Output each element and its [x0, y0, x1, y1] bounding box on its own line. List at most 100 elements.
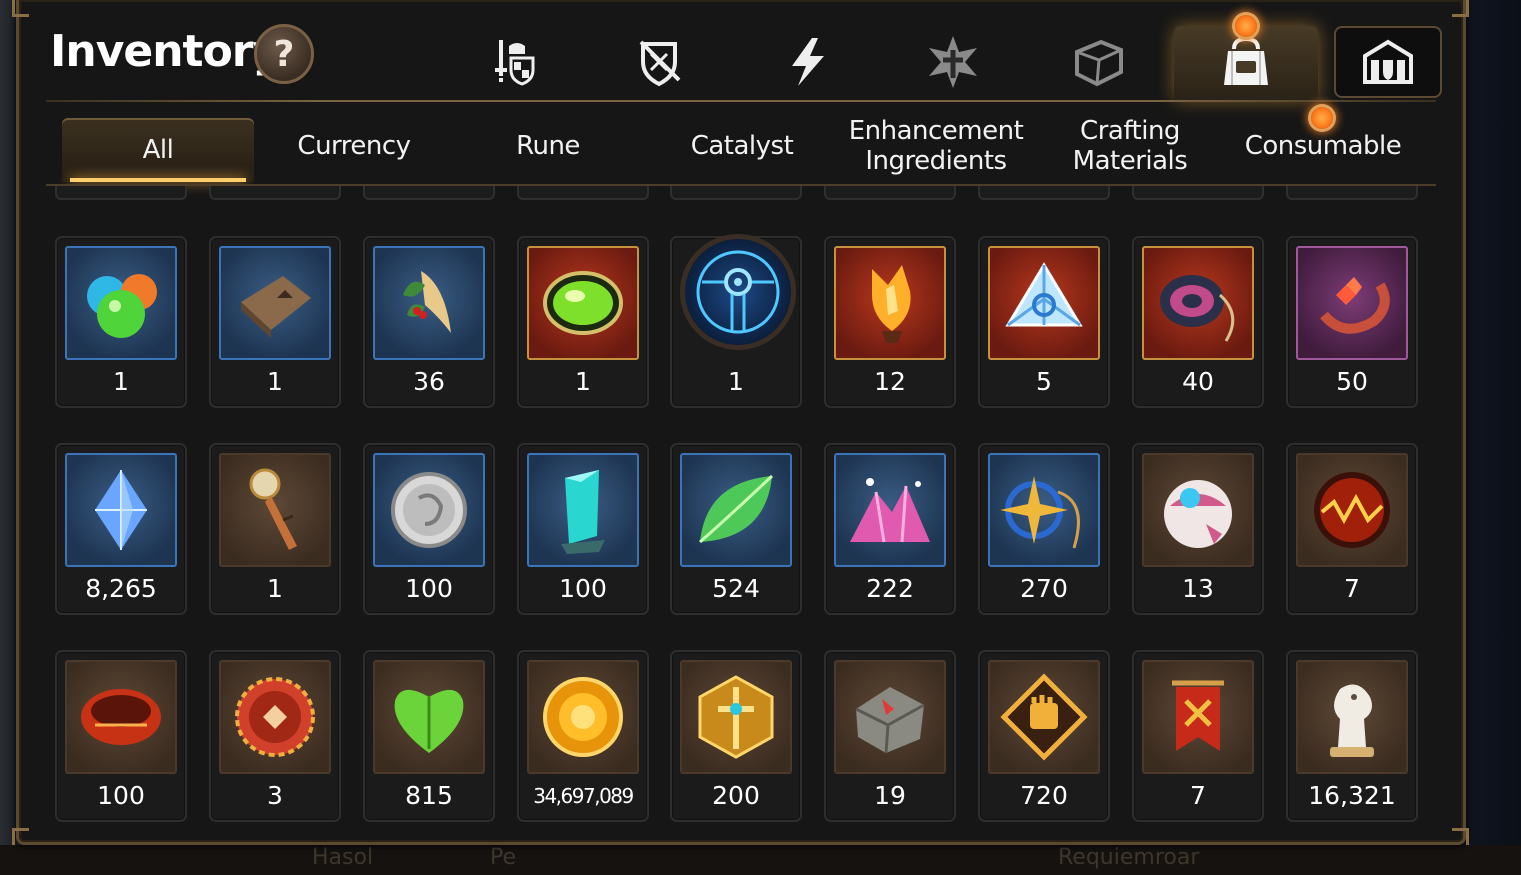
blue-gem-icon	[65, 453, 177, 567]
panel-corner-ornament	[12, 828, 29, 845]
inventory-item[interactable]: 100	[363, 443, 495, 615]
lightning-icon[interactable]	[772, 30, 842, 94]
inventory-item[interactable]: 34,697,089	[517, 650, 649, 822]
background-right-strip	[1461, 0, 1521, 875]
fortress-icon[interactable]	[1334, 26, 1442, 98]
item-count: 270	[1020, 574, 1068, 603]
tab-currency[interactable]: Currency	[270, 110, 438, 182]
item-count: 1	[267, 574, 283, 603]
scrolled-item-edge	[363, 186, 495, 200]
inventory-item[interactable]: 16,321	[1286, 650, 1418, 822]
item-count: 34,697,089	[533, 784, 634, 808]
inventory-item[interactable]: 524	[670, 443, 802, 615]
robot-pod-icon	[1142, 453, 1254, 567]
compass-dagger-icon	[219, 453, 331, 567]
inventory-item[interactable]: 50	[1286, 236, 1418, 408]
gold-sun-coin-icon	[527, 660, 639, 774]
eye-pendant-icon	[1142, 246, 1254, 360]
blue-rune-disc-icon	[680, 234, 796, 350]
background-label: Pe	[490, 845, 517, 870]
crate-icon[interactable]	[1064, 30, 1134, 94]
item-count: 3	[267, 781, 283, 810]
scrolled-item-edge	[1132, 186, 1264, 200]
inventory-item[interactable]: 720	[978, 650, 1110, 822]
item-count: 16,321	[1308, 781, 1396, 810]
item-count: 524	[712, 574, 760, 603]
item-count: 1	[267, 367, 283, 396]
tab-catalyst[interactable]: Catalyst	[662, 110, 822, 182]
flame-crystal-icon	[834, 246, 946, 360]
active-tab-indicator	[70, 178, 246, 182]
inventory-item[interactable]: 12	[824, 236, 956, 408]
item-count: 100	[97, 781, 145, 810]
scrolled-item-edge	[978, 186, 1110, 200]
scrolled-item-edge	[1286, 186, 1418, 200]
leather-pouch-icon	[219, 246, 331, 360]
item-count: 13	[1182, 574, 1214, 603]
item-count: 19	[874, 781, 906, 810]
panel-corner-ornament	[1452, 0, 1469, 17]
item-count: 8,265	[85, 574, 157, 603]
item-count: 40	[1182, 367, 1214, 396]
inventory-item[interactable]: 100	[517, 443, 649, 615]
item-count: 1	[575, 367, 591, 396]
item-count: 100	[405, 574, 453, 603]
item-count: 50	[1336, 367, 1368, 396]
inventory-item[interactable]: 200	[670, 650, 802, 822]
inventory-item[interactable]: 7	[1132, 650, 1264, 822]
green-orb-icon	[527, 246, 639, 360]
artifact-cross-icon[interactable]	[918, 30, 988, 94]
tab-rune[interactable]: Rune	[468, 110, 628, 182]
star-amulet-icon	[988, 453, 1100, 567]
inventory-item[interactable]: 815	[363, 650, 495, 822]
scrolled-item-edge	[209, 186, 341, 200]
green-heart-icon	[373, 660, 485, 774]
inventory-item[interactable]: 1	[670, 234, 802, 408]
background-label: Hasol	[312, 845, 374, 870]
background-behind-panel: Hasol Pe Requiemroar	[0, 845, 1521, 875]
item-count: 1	[113, 367, 129, 396]
flower-ring-icon	[1296, 246, 1408, 360]
inventory-item[interactable]: 1	[209, 443, 341, 615]
lava-orb-icon	[1296, 453, 1408, 567]
stone-compass-icon	[834, 660, 946, 774]
scrolled-item-edge	[824, 186, 956, 200]
inventory-item[interactable]: 36	[363, 236, 495, 408]
inventory-item[interactable]: 100	[55, 650, 187, 822]
leaf-icon	[680, 453, 792, 567]
panel-corner-ornament	[12, 0, 29, 17]
item-count: 36	[413, 367, 445, 396]
inventory-item[interactable]: 1	[209, 236, 341, 408]
item-count: 720	[1020, 781, 1068, 810]
item-count: 7	[1344, 574, 1360, 603]
silver-coin-icon	[373, 453, 485, 567]
triangle-crystal-icon	[988, 246, 1100, 360]
inventory-item[interactable]: 1	[517, 236, 649, 408]
inventory-item[interactable]: 1	[55, 236, 187, 408]
background-label: Requiemroar	[1058, 845, 1200, 870]
ginseng-root-icon	[373, 246, 485, 360]
inventory-item[interactable]: 5	[978, 236, 1110, 408]
inventory-item[interactable]: 8,265	[55, 443, 187, 615]
tab-crafting-materials[interactable]: Crafting Materials	[1040, 110, 1220, 182]
slashed-shield-icon[interactable]	[624, 30, 694, 94]
slime-orbs-icon	[65, 246, 177, 360]
gear-sword-shield-icon[interactable]	[478, 30, 548, 94]
item-count: 1	[728, 367, 744, 396]
notification-dot	[1232, 12, 1260, 40]
item-count: 12	[874, 367, 906, 396]
inventory-item[interactable]: 40	[1132, 236, 1264, 408]
item-count: 7	[1190, 781, 1206, 810]
inventory-item[interactable]: 19	[824, 650, 956, 822]
tab-all[interactable]: All	[62, 118, 254, 182]
inventory-item[interactable]: 222	[824, 443, 956, 615]
item-count: 5	[1036, 367, 1052, 396]
item-count: 815	[405, 781, 453, 810]
inventory-item[interactable]: 7	[1286, 443, 1418, 615]
inventory-item[interactable]: 13	[1132, 443, 1264, 615]
inventory-item[interactable]: 270	[978, 443, 1110, 615]
help-button[interactable]: ?	[254, 24, 314, 84]
inventory-item[interactable]: 3	[209, 650, 341, 822]
tab-enhancement-ingredients[interactable]: Enhancement Ingredients	[836, 110, 1036, 182]
notification-dot	[1308, 104, 1336, 132]
